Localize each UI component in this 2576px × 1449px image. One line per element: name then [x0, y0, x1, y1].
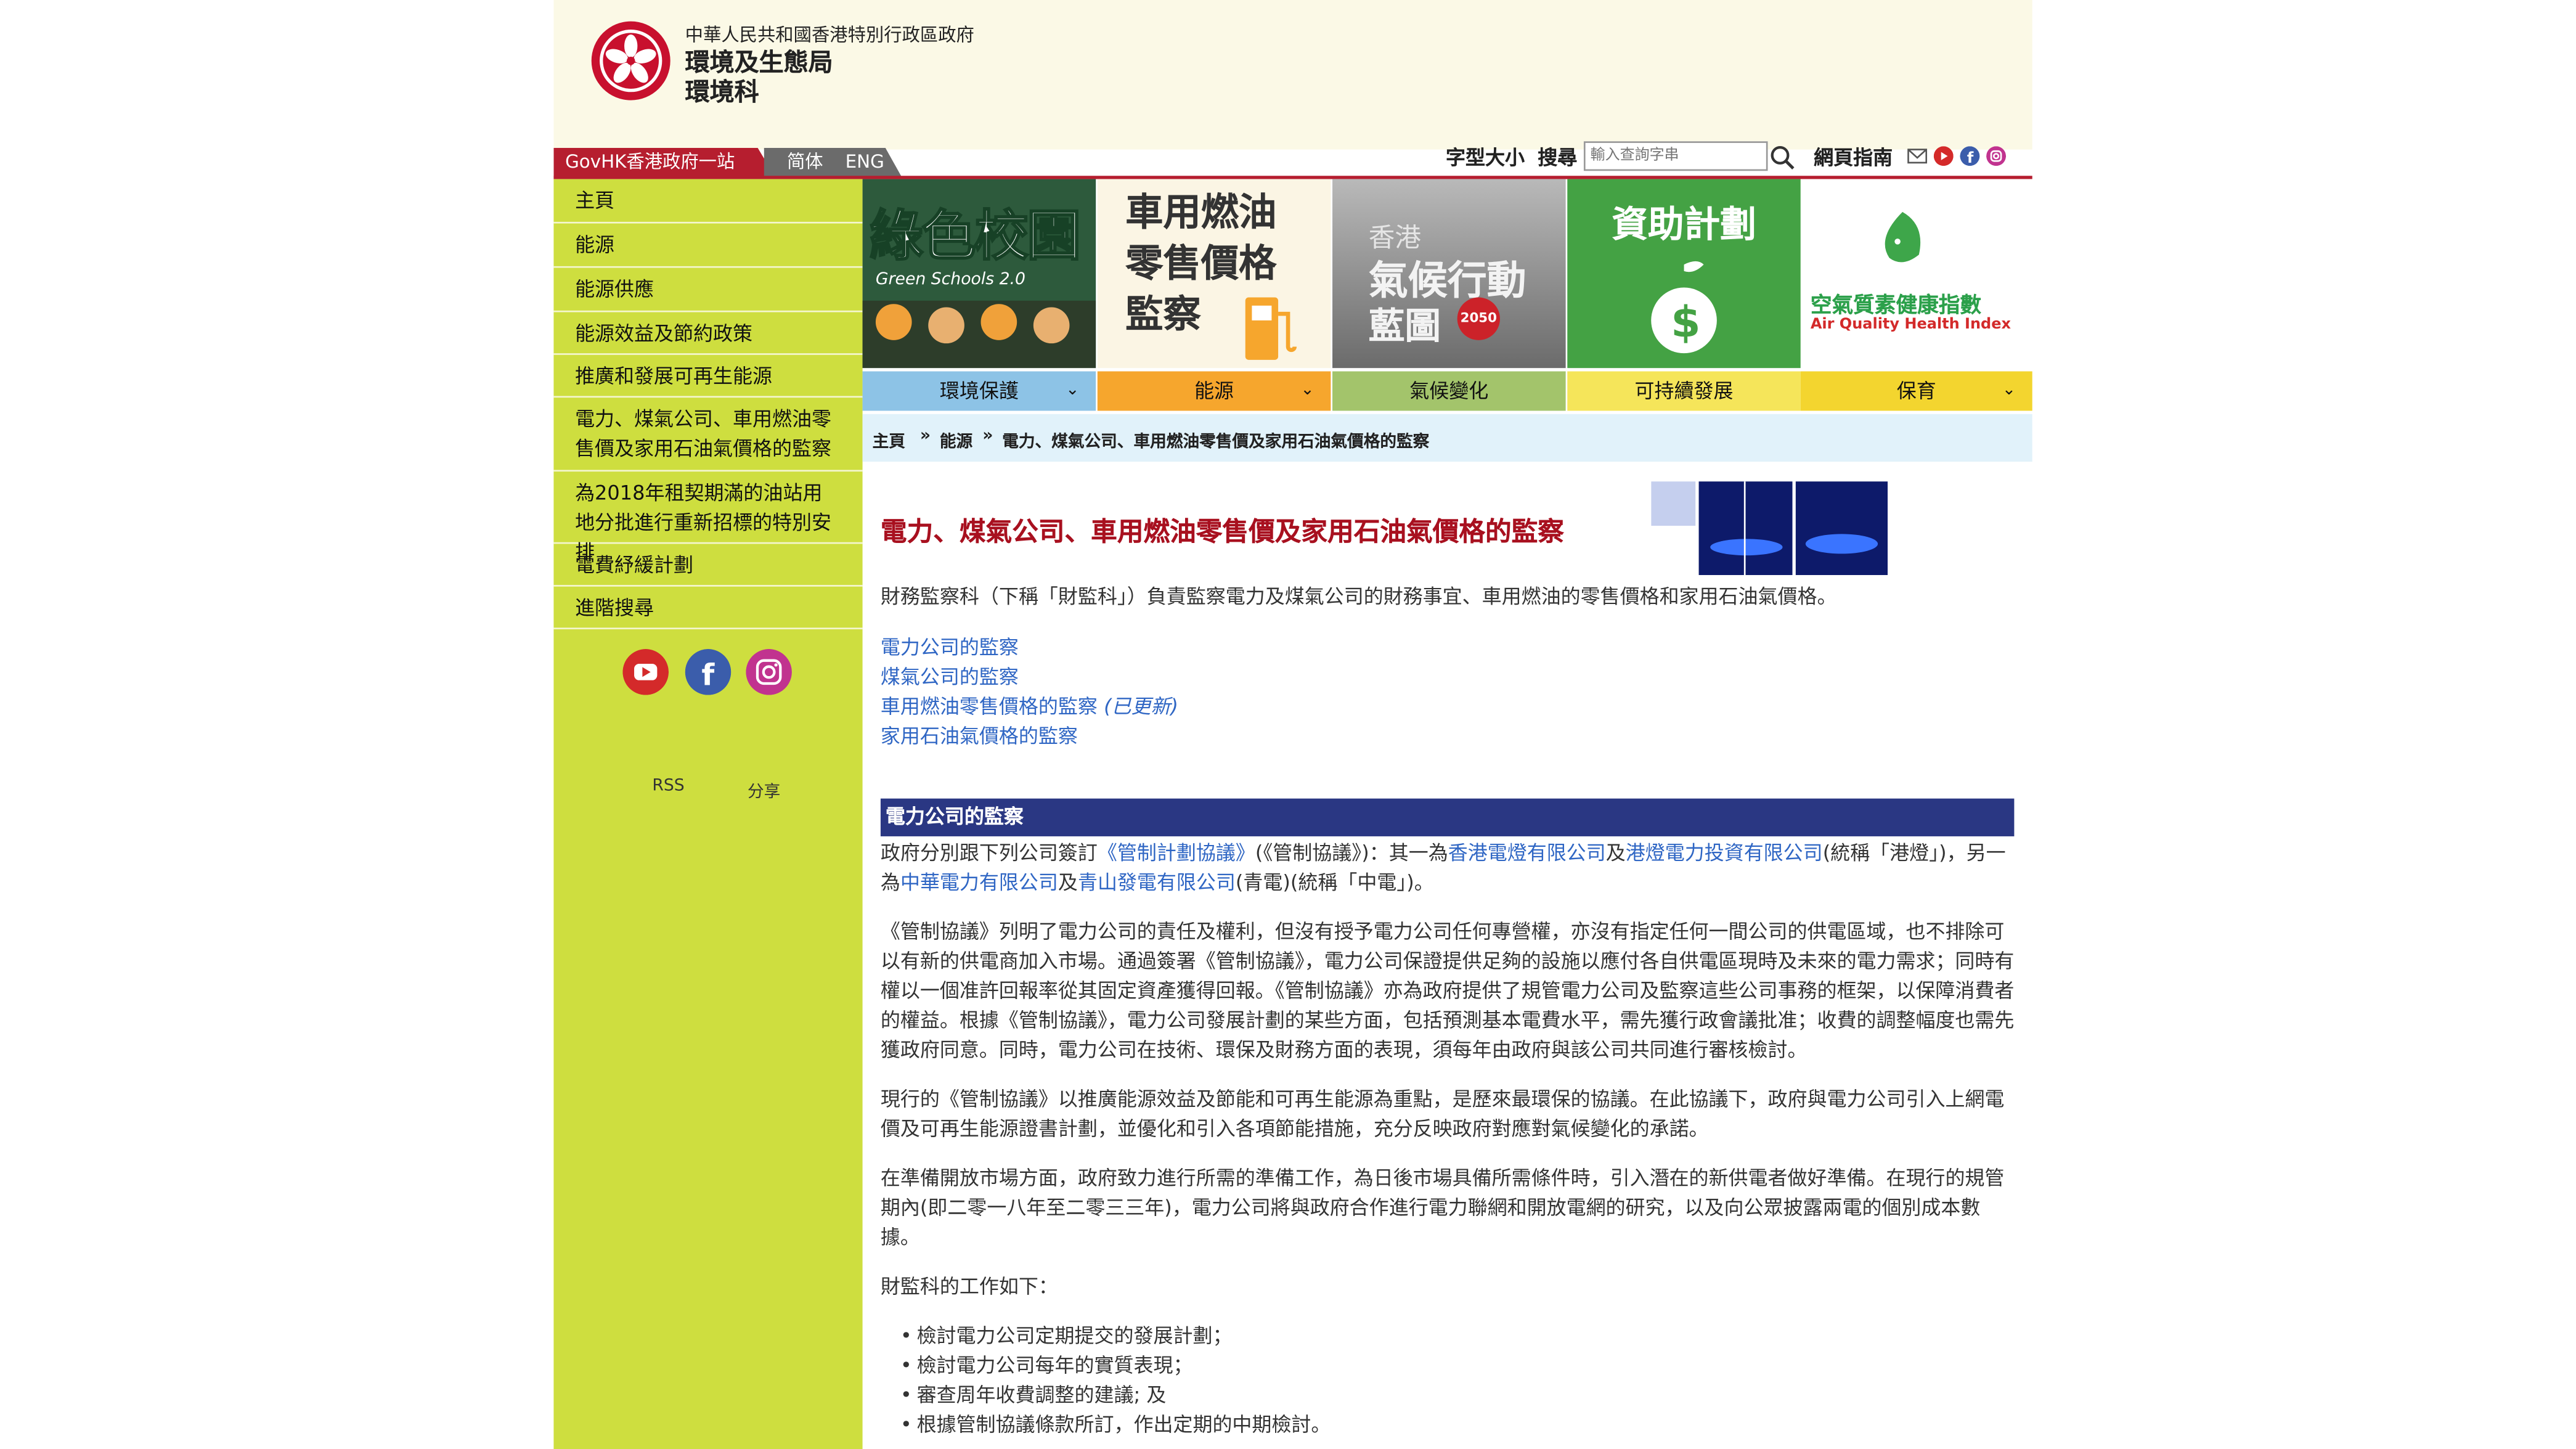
- sidebar-item-energy-efficiency[interactable]: 能源效益及節約政策: [553, 312, 863, 355]
- gas-flame-image: [1651, 481, 1888, 576]
- link-clp-power[interactable]: 中華電力有限公司: [900, 871, 1058, 894]
- banner-illustration: [862, 300, 1096, 369]
- sidebar-item-energy-supply[interactable]: 能源供應: [553, 268, 863, 312]
- sidebar-item-home[interactable]: 主頁: [553, 179, 863, 224]
- government-name: 中華人民共和國香港特別行政區政府: [685, 24, 974, 46]
- search-input[interactable]: [1583, 141, 1768, 171]
- sidebar: 主頁 能源 能源供應 能源效益及節約政策 推廣和發展可再生能源 電力、煤氣公司、…: [553, 179, 863, 1449]
- sidebar-item-energy[interactable]: 能源: [553, 224, 863, 268]
- link-electricity-monitoring[interactable]: 電力公司的監察: [881, 632, 1019, 660]
- list-item: 檢討電力公司每年的實質表現；: [900, 1350, 1193, 1380]
- intro-text: 財務監察科（下稱「財監科」）負責監察電力及煤氣公司的財務事宜、車用燃油的零售價格…: [880, 585, 1837, 608]
- paragraph-agreements: 政府分別跟下列公司簽訂《管制計劃協議》(《管制協議》)：其一為香港電燈有限公司及…: [880, 841, 2006, 894]
- banner-climate-action-blueprint[interactable]: 香港 氣候行動 藍圖 2050: [1332, 179, 1566, 369]
- breadcrumb-separator: »: [982, 427, 993, 446]
- banner-subtitle: Air Quality Health Index: [1810, 317, 2011, 334]
- chevron-down-icon: ⌄: [1066, 381, 1080, 399]
- banner-fuel-price-monitoring[interactable]: 車用燃油 零售價格 監察: [1097, 179, 1331, 369]
- share-link[interactable]: 分享: [748, 777, 780, 802]
- banner-subtitle: Green Schools 2.0: [875, 271, 1025, 290]
- page: 中華人民共和國香港特別行政區政府 環境及生態局 環境科 GovHK香港政府一站通…: [0, 0, 2576, 1449]
- top-toolbar: GovHK香港政府一站通 简体 ENG 字型大小 搜尋 網頁指南 f: [553, 141, 2032, 178]
- fuel-pump-icon: [1245, 297, 1297, 360]
- rss-link[interactable]: RSS: [652, 777, 684, 795]
- svg-text:f: f: [701, 658, 715, 693]
- link-gas-monitoring[interactable]: 煤氣公司的監察: [881, 662, 1019, 690]
- link-lpg-price-monitoring[interactable]: 家用石油氣價格的監察: [881, 721, 1078, 749]
- section-heading: 電力公司的監察: [880, 798, 2015, 836]
- sidebar-item-electricity-relief[interactable]: 電費紓緩計劃: [553, 544, 863, 587]
- money-bulb-icon: $: [1651, 261, 1717, 354]
- list-item: 根據管制協議條款所訂，作出定期的中期檢討。: [900, 1410, 1331, 1439]
- chevron-down-icon: ⌄: [2002, 381, 2016, 399]
- sidebar-item-petrol-station-retender[interactable]: 為2018年租契期滿的油站用地分批進行重新招標的特別安排: [553, 471, 863, 563]
- list-item: 檢討電力公司定期提交的發展計劃；: [900, 1321, 1233, 1350]
- paragraph-scheme-details: 《管制協議》列明了電力公司的責任及權利，但沒有授予電力公司任何專營權，亦沒有指定…: [880, 920, 2015, 1062]
- banner-title: 藍圖: [1368, 307, 1441, 349]
- breadcrumb-home[interactable]: 主頁: [873, 427, 905, 452]
- paragraph-market-opening: 在準備開放市場方面，政府致力進行所需的準備工作，為日後市場具備所需條件時，引入潛…: [880, 1166, 2005, 1249]
- banner-aqhi[interactable]: 空氣質素健康指數 Air Quality Health Index: [1800, 179, 2032, 369]
- unit-name: 環境科: [685, 77, 759, 107]
- svg-text:$: $: [1671, 298, 1700, 348]
- instagram-icon[interactable]: [1986, 146, 2007, 166]
- lang-english-link[interactable]: ENG: [846, 151, 884, 173]
- tab-climate-change[interactable]: 氣候變化: [1332, 371, 1566, 411]
- breadcrumb-current: 電力、煤氣公司、車用燃油零售價及家用石油氣價格的監察: [1002, 433, 1430, 452]
- search-icon[interactable]: [1769, 145, 1796, 171]
- banner-title: 綠色校園: [868, 203, 1082, 269]
- search-label: 搜尋: [1538, 146, 1578, 169]
- language-switcher: 简体 ENG: [764, 147, 902, 178]
- hksar-emblem-logo[interactable]: [590, 20, 672, 102]
- paragraph-work-intro: 財監科的工作如下：: [880, 1275, 1058, 1299]
- site-header: 中華人民共和國香港特別行政區政府 環境及生態局 環境科: [553, 0, 2032, 150]
- banner-title: 空氣質素健康指數: [1810, 294, 1982, 319]
- list-item: 審查周年收費調整的建議; 及: [900, 1380, 1166, 1410]
- tab-conservation[interactable]: 保育 ⌄: [1800, 371, 2032, 411]
- font-size-control[interactable]: 字型大小: [1446, 145, 1525, 171]
- page-title: 電力、煤氣公司、車用燃油零售價及家用石油氣價格的監察: [880, 516, 1564, 547]
- year-badge: 2050: [1457, 297, 1500, 340]
- sidebar-item-advanced-search[interactable]: 進階搜尋: [553, 587, 863, 630]
- facebook-icon[interactable]: f: [685, 649, 732, 695]
- tab-environmental-protection[interactable]: 環境保護 ⌄: [862, 371, 1096, 411]
- breadcrumb: 主頁 » 能源 » 電力、煤氣公司、車用燃油零售價及家用石油氣價格的監察: [862, 414, 2032, 462]
- banner-funding-schemes[interactable]: 資助計劃 $: [1567, 179, 1801, 369]
- youtube-icon[interactable]: [622, 649, 669, 695]
- instagram-icon[interactable]: [746, 649, 792, 695]
- sidebar-item-price-monitoring[interactable]: 電力、煤氣公司、車用燃油零售價及家用石油氣價格的監察: [553, 398, 863, 472]
- banner-green-schools[interactable]: 綠色校園 Green Schools 2.0: [862, 179, 1096, 369]
- mail-icon[interactable]: [1907, 146, 1928, 166]
- sidebar-item-renewable-energy[interactable]: 推廣和發展可再生能源: [553, 355, 863, 398]
- youtube-icon[interactable]: [1933, 146, 1954, 166]
- paragraph-current-scheme: 現行的《管制協議》以推廣能源效益及節能和可再生能源為重點，是歷來最環保的協議。在…: [880, 1087, 2005, 1141]
- link-hk-electric[interactable]: 香港電燈有限公司: [1448, 841, 1606, 864]
- leaf-face-icon: [1885, 211, 1921, 263]
- page-wrapper: 中華人民共和國香港特別行政區政府 環境及生態局 環境科 GovHK香港政府一站通…: [553, 0, 2032, 1449]
- sitemap-link[interactable]: 網頁指南: [1814, 145, 1893, 171]
- facebook-icon[interactable]: f: [1960, 146, 1980, 166]
- link-hke-investments[interactable]: 港燈電力投資有限公司: [1626, 841, 1823, 864]
- lang-simplified-link[interactable]: 简体: [787, 151, 823, 173]
- tab-sustainable-development[interactable]: 可持續發展: [1567, 371, 1801, 411]
- tab-energy[interactable]: 能源 ⌄: [1097, 371, 1331, 411]
- banner-title: 資助計劃: [1612, 205, 1756, 247]
- govhk-link[interactable]: GovHK香港政府一站通: [553, 147, 776, 178]
- breadcrumb-energy[interactable]: 能源: [940, 427, 972, 452]
- link-castle-peak-power[interactable]: 青山發電有限公司: [1078, 871, 1236, 894]
- updated-note: (已更新): [1104, 695, 1179, 718]
- breadcrumb-separator: »: [919, 427, 931, 446]
- link-scheme-of-control[interactable]: 《管制計劃協議》: [1098, 841, 1255, 864]
- link-fuel-price-monitoring[interactable]: 車用燃油零售價格的監察 (已更新): [881, 692, 1178, 719]
- chevron-down-icon: ⌄: [1300, 381, 1314, 399]
- svg-text:f: f: [1967, 149, 1974, 166]
